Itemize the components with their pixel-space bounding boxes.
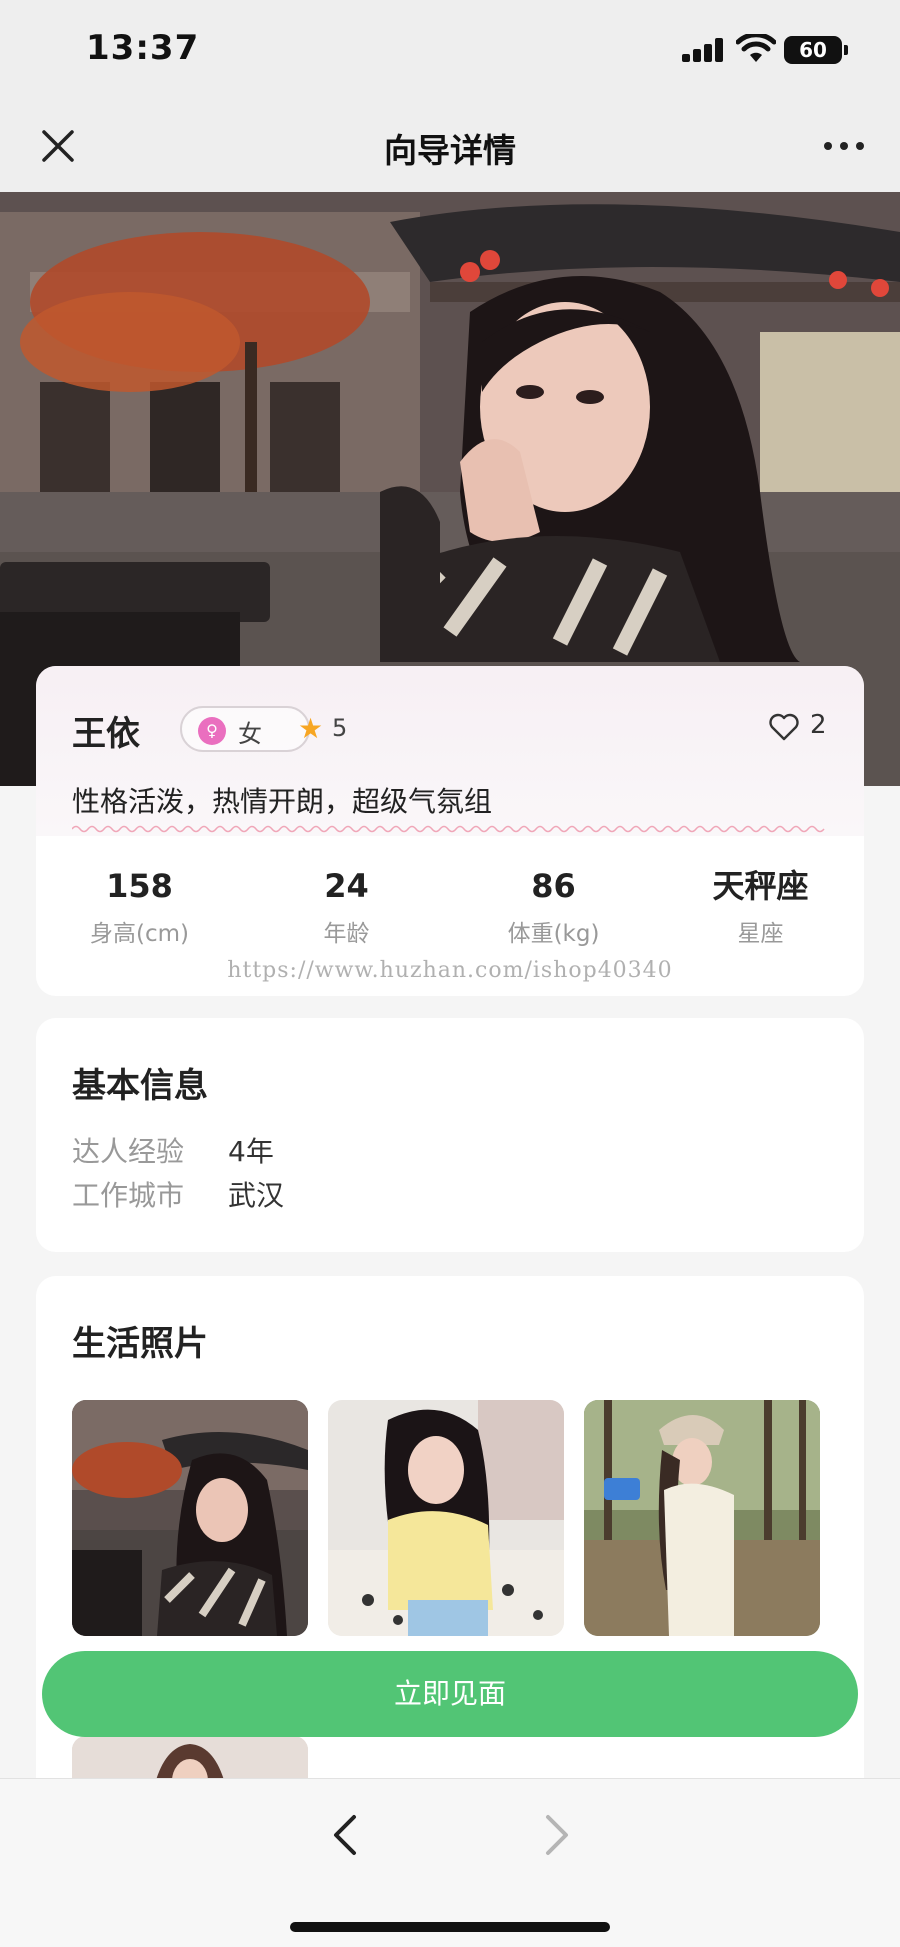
info-value: 武汉 — [228, 1179, 285, 1212]
stat-label: 体重(kg) — [507, 921, 600, 947]
home-indicator — [290, 1922, 610, 1932]
nav-bar: 向导详情 — [0, 100, 900, 192]
bottom-nav-bar — [0, 1778, 900, 1947]
info-key: 达人经验 — [72, 1135, 185, 1168]
stats-row: 158 身高(cm) 24 年龄 86 体重(kg) 天秤座 星座 — [36, 866, 864, 966]
life-photo-1[interactable] — [72, 1400, 308, 1636]
meet-now-button[interactable]: 立即见面 — [42, 1651, 858, 1737]
stat-zodiac: 天秤座 星座 — [657, 866, 864, 948]
battery-icon: 60 — [784, 36, 842, 64]
heart-icon[interactable] — [768, 712, 800, 742]
stat-label: 身高(cm) — [90, 921, 189, 947]
more-options-icon[interactable] — [822, 130, 866, 160]
info-row-experience: 达人经验 4年 — [72, 1130, 274, 1170]
page-title: 向导详情 — [384, 131, 516, 170]
info-key: 工作城市 — [72, 1179, 185, 1212]
like-count: 2 — [810, 710, 827, 740]
rating-value: 5 — [332, 714, 348, 742]
star-icon: ★ — [298, 712, 324, 745]
stat-weight: 86 体重(kg) — [450, 866, 657, 948]
stat-value: 158 — [106, 867, 173, 905]
chevron-right-icon[interactable] — [540, 1813, 574, 1857]
stat-value: 24 — [324, 867, 369, 905]
chevron-left-icon[interactable] — [328, 1813, 362, 1857]
profile-card: 王依 ♀ 女 ★ 5 2 性格活泼，热情开朗，超级气氛组 158 身高(cm) … — [36, 666, 864, 996]
stat-height: 158 身高(cm) — [36, 866, 243, 948]
watermark-text: https://www.huzhan.com/ishop40340 — [227, 958, 673, 983]
stat-value: 天秤座 — [712, 867, 809, 905]
stat-value: 86 — [531, 867, 576, 905]
guide-name: 王依 — [72, 714, 140, 754]
guide-tagline: 性格活泼，热情开朗，超级气氛组 — [72, 785, 493, 818]
stat-label: 年龄 — [323, 921, 370, 947]
wavy-divider — [72, 825, 825, 833]
stat-label: 星座 — [737, 921, 784, 947]
stat-age: 24 年龄 — [243, 866, 450, 948]
status-time: 13:37 — [86, 28, 200, 68]
battery-tip — [844, 45, 848, 55]
section-title: 基本信息 — [72, 1066, 208, 1106]
status-bar: 13:37 60 — [0, 0, 900, 100]
section-title: 生活照片 — [72, 1324, 208, 1364]
cellular-signal-icon — [682, 38, 724, 62]
info-row-city: 工作城市 武汉 — [72, 1174, 284, 1214]
life-photo-2[interactable] — [328, 1400, 564, 1636]
female-icon: ♀ — [198, 717, 226, 745]
gender-label: 女 — [238, 720, 262, 748]
info-value: 4年 — [228, 1135, 274, 1168]
wifi-icon — [736, 34, 776, 62]
basic-info-card: 基本信息 达人经验 4年 工作城市 武汉 — [36, 1018, 864, 1252]
gender-badge: ♀ 女 — [180, 706, 310, 752]
life-photo-3[interactable] — [584, 1400, 820, 1636]
